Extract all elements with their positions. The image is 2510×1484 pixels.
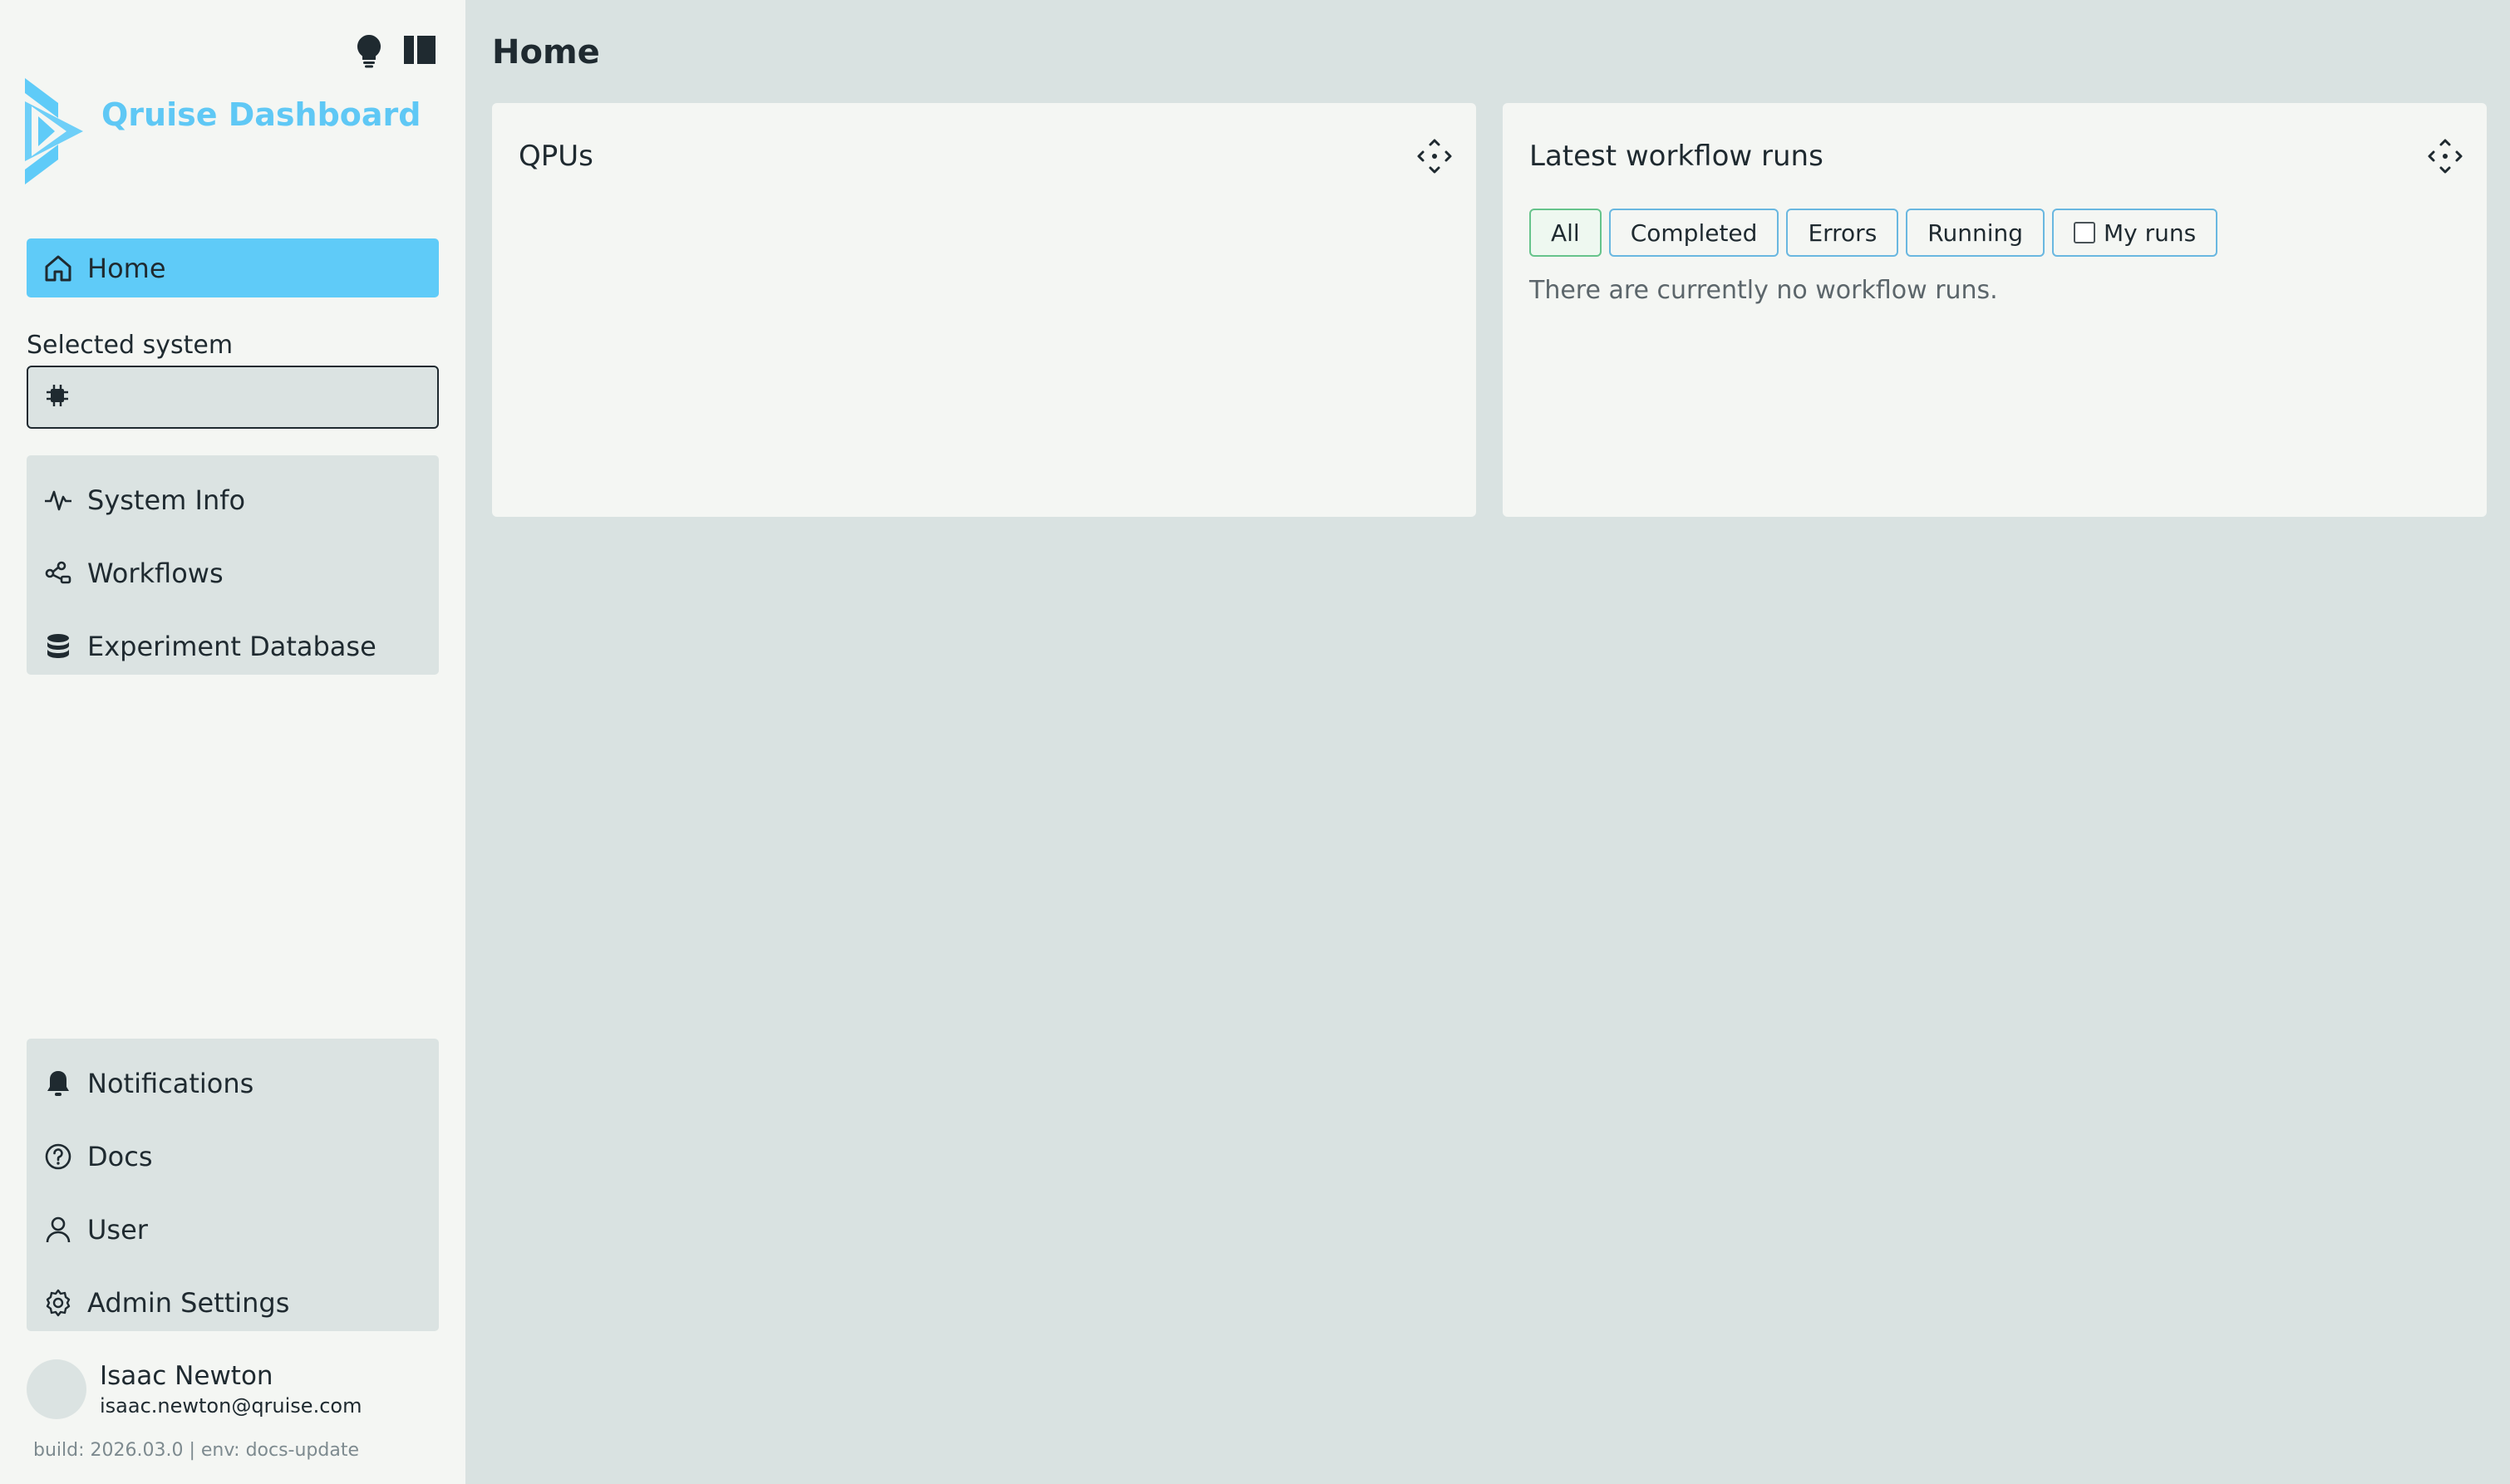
sidebar-item-label: Experiment Database <box>87 631 376 662</box>
bell-icon <box>43 1069 73 1098</box>
filter-completed-button[interactable]: Completed <box>1608 209 1779 257</box>
sidebar-item-label: User <box>87 1214 148 1246</box>
filter-running-button[interactable]: Running <box>1906 209 2045 257</box>
my-runs-label: My runs <box>2104 219 2197 247</box>
sidebar-item-label: Workflows <box>87 558 224 589</box>
sidebar-toggle-icon[interactable] <box>402 33 436 68</box>
selected-system-label: Selected system <box>27 331 234 360</box>
sidebar-item-user[interactable]: User <box>27 1193 439 1266</box>
sidebar-item-system-info[interactable]: System Info <box>27 464 439 537</box>
drag-move-icon[interactable] <box>2427 138 2463 174</box>
sidebar-item-label: Docs <box>87 1141 153 1172</box>
user-icon <box>43 1215 73 1245</box>
chip-icon <box>45 383 70 411</box>
sidebar-item-experiment-database[interactable]: Experiment Database <box>27 610 439 683</box>
sidebar-item-home[interactable]: Home <box>27 238 439 297</box>
drag-move-icon[interactable] <box>1416 138 1453 174</box>
selected-system-select[interactable] <box>27 366 439 429</box>
sidebar-item-label: Admin Settings <box>87 1287 290 1319</box>
filter-errors-button[interactable]: Errors <box>1786 209 1899 257</box>
user-email: isaac.newton@qruise.com <box>100 1394 362 1418</box>
activity-icon <box>43 485 73 515</box>
sidebar-item-label: System Info <box>87 484 246 516</box>
sidebar-bottom-group: Notifications Docs User Admin Settings <box>27 1039 439 1331</box>
brand-logo[interactable]: Qruise Dashboard <box>25 78 421 184</box>
database-icon <box>43 631 73 661</box>
sidebar-item-notifications[interactable]: Notifications <box>27 1047 439 1120</box>
sidebar-item-docs[interactable]: Docs <box>27 1120 439 1193</box>
page-title: Home <box>492 33 600 71</box>
card-title: Latest workflow runs <box>1529 140 1823 173</box>
sidebar-item-label: Notifications <box>87 1068 254 1099</box>
sidebar-item-workflows[interactable]: Workflows <box>27 537 439 610</box>
sidebar-top-icons <box>352 33 436 68</box>
filter-all-button[interactable]: All <box>1529 209 1602 257</box>
user-name: Isaac Newton <box>100 1361 273 1391</box>
gear-icon <box>43 1288 73 1318</box>
home-icon <box>43 253 73 283</box>
user-profile[interactable]: Isaac Newton isaac.newton@qruise.com <box>27 1359 362 1419</box>
card-title: QPUs <box>519 140 593 173</box>
sidebar-item-admin-settings[interactable]: Admin Settings <box>27 1266 439 1339</box>
sidebar-nav-group: System Info Workflows Experiment Databas… <box>27 455 439 675</box>
sidebar-item-label: Home <box>87 252 166 284</box>
workflow-run-filters: All Completed Errors Running My runs <box>1529 209 2218 257</box>
avatar <box>27 1359 86 1419</box>
qpus-card: QPUs <box>492 103 1476 517</box>
sidebar: Qruise Dashboard Home Selected system Sy… <box>0 0 465 1484</box>
qruise-logo-icon <box>25 78 83 184</box>
build-info: build: 2026.03.0 | env: docs-update <box>33 1440 360 1461</box>
latest-workflow-runs-card: Latest workflow runs All Completed Error… <box>1503 103 2487 517</box>
help-circle-icon <box>43 1142 73 1172</box>
empty-state-message: There are currently no workflow runs. <box>1529 276 1998 305</box>
lightbulb-icon[interactable] <box>352 33 386 68</box>
brand-name: Qruise Dashboard <box>101 96 421 133</box>
my-runs-checkbox[interactable] <box>2074 222 2096 243</box>
my-runs-toggle[interactable]: My runs <box>2052 209 2218 257</box>
workflow-icon <box>43 558 73 588</box>
